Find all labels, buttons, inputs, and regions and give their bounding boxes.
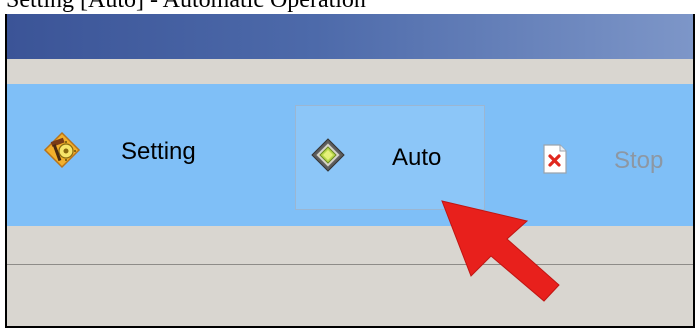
content-area — [7, 265, 693, 326]
app-window: Setting Auto Stop — [5, 14, 695, 328]
auto-label: Auto — [392, 143, 442, 171]
auto-button[interactable]: Auto — [295, 105, 485, 210]
menu-strip — [7, 59, 693, 84]
caption-strip: Setting [Auto] - Automatic Operation — [0, 0, 698, 14]
title-bar — [7, 14, 693, 59]
stop-document-icon — [542, 143, 568, 180]
red-arrow-icon — [427, 199, 567, 309]
setting-label: Setting — [121, 138, 196, 165]
chip-icon — [310, 137, 346, 178]
stop-button[interactable]: Stop — [542, 136, 663, 186]
toolbar-bottom-band — [7, 226, 693, 266]
setting-button[interactable]: Setting — [43, 127, 196, 177]
caption-text: Setting [Auto] - Automatic Operation — [6, 0, 366, 13]
stop-label: Stop — [614, 147, 664, 174]
hammer-gear-icon — [43, 131, 81, 174]
